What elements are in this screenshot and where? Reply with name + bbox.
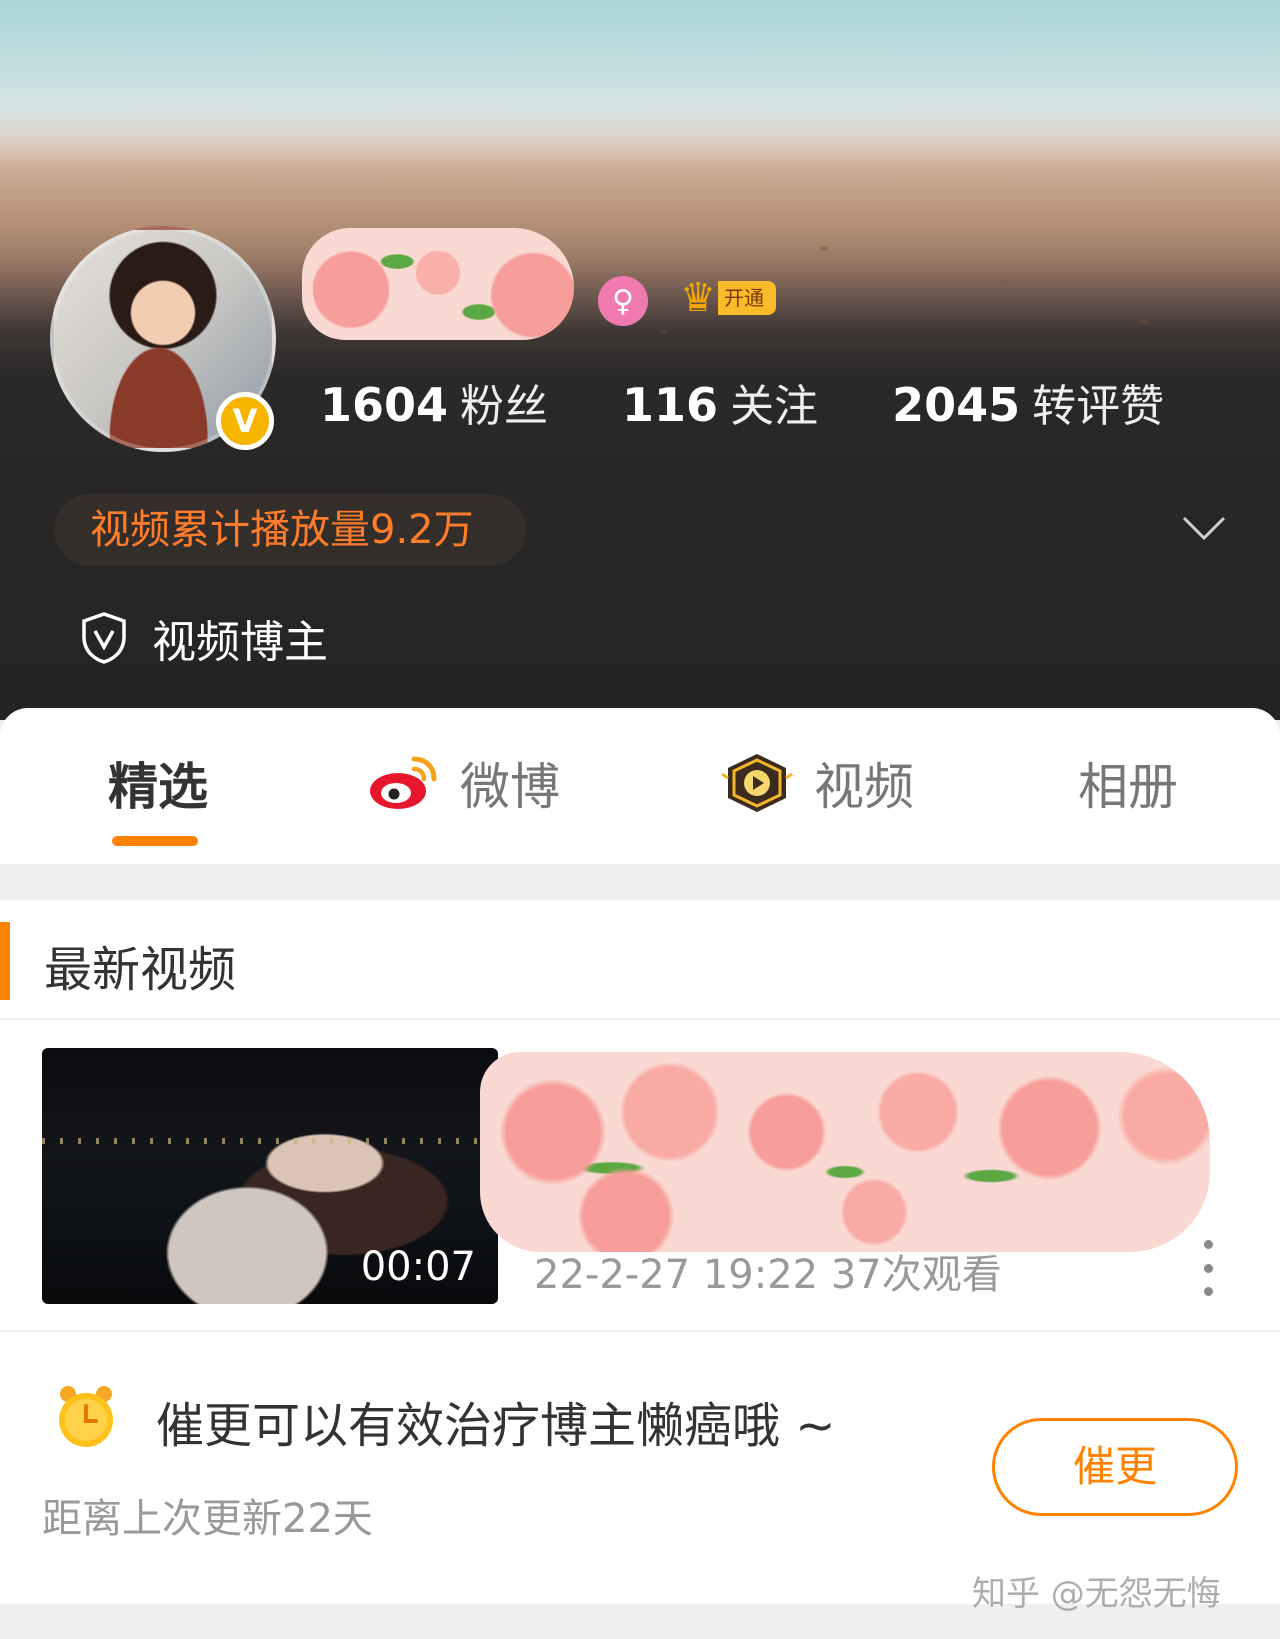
- section-header: 最新视频: [0, 900, 1280, 1020]
- tab-album[interactable]: 相册: [1078, 748, 1178, 818]
- section-title: 最新视频: [44, 942, 237, 998]
- tab-weibo[interactable]: 微博: [368, 748, 560, 818]
- tab-label: 精选: [108, 758, 208, 816]
- stat-interactions[interactable]: 2045 转评赞: [892, 370, 1164, 434]
- tab-video[interactable]: 视频: [720, 748, 914, 818]
- shield-icon: [82, 612, 126, 664]
- crown-icon: ♛: [680, 275, 716, 321]
- urge-message: 催更可以有效治疗博主懒癌哦 ~: [156, 1398, 836, 1454]
- tab-featured[interactable]: 精选: [108, 748, 208, 818]
- stat-label: 关注: [730, 381, 819, 432]
- profile-header: V ♀ ♛ 开通 1604 粉丝 116 关注 2045 转评赞 视频累计播放量…: [0, 0, 1280, 720]
- play-count-pill[interactable]: 视频累计播放量9.2万: [54, 494, 526, 566]
- profile-stats: 1604 粉丝 116 关注 2045 转评赞: [320, 370, 1238, 434]
- alarm-clock-icon: [59, 1386, 113, 1447]
- video-meta: 22-2-27 19:22 37次观看: [534, 1252, 1002, 1298]
- female-icon: ♀: [598, 276, 648, 326]
- last-update-text: 距离上次更新22天: [42, 1496, 373, 1542]
- profile-tabs: 精选 微博 视频 相册: [0, 708, 1280, 864]
- vip-open-label: 开通: [718, 281, 776, 315]
- role-row[interactable]: 视频博主: [80, 606, 328, 670]
- stat-value: 1604: [320, 378, 449, 432]
- latest-video-section: 最新视频 00:07 22-2-27 19:22 37次观看 催更可以有效治疗博…: [0, 900, 1280, 1604]
- watermark: 知乎 @无怨无悔: [972, 1574, 1221, 1614]
- stat-fans[interactable]: 1604 粉丝: [320, 370, 548, 434]
- stat-value: 2045: [892, 378, 1021, 432]
- chevron-down-icon[interactable]: [1180, 508, 1228, 548]
- stat-value: 116: [622, 378, 719, 432]
- thumbnail-lights: [42, 1138, 498, 1144]
- section-accent-bar: [0, 922, 10, 1000]
- video-thumbnail[interactable]: 00:07: [42, 1048, 498, 1304]
- video-title-redacted-sticker: [480, 1052, 1210, 1252]
- tab-label: 微博: [460, 758, 560, 816]
- stat-following[interactable]: 116 关注: [622, 370, 818, 434]
- username-redacted-sticker: [302, 228, 574, 340]
- tab-label: 相册: [1078, 758, 1178, 816]
- tab-active-indicator: [112, 836, 198, 846]
- vip-open-button[interactable]: ♛ 开通: [672, 275, 792, 321]
- role-label: 视频博主: [152, 617, 328, 668]
- more-vertical-icon[interactable]: [1196, 1240, 1220, 1296]
- stat-label: 转评赞: [1032, 381, 1165, 432]
- stat-label: 粉丝: [460, 381, 549, 432]
- tab-label: 视频: [814, 758, 914, 816]
- urge-update-button[interactable]: 催更: [992, 1418, 1238, 1516]
- weibo-icon: [370, 756, 437, 809]
- urge-update-row: 催更可以有效治疗博主懒癌哦 ~ 距离上次更新22天 催更: [0, 1334, 1280, 1604]
- video-list-item[interactable]: 00:07 22-2-27 19:22 37次观看: [0, 1022, 1280, 1332]
- verified-badge-icon: V: [216, 392, 274, 450]
- video-duration: 00:07: [360, 1244, 476, 1290]
- video-icon: [721, 754, 793, 812]
